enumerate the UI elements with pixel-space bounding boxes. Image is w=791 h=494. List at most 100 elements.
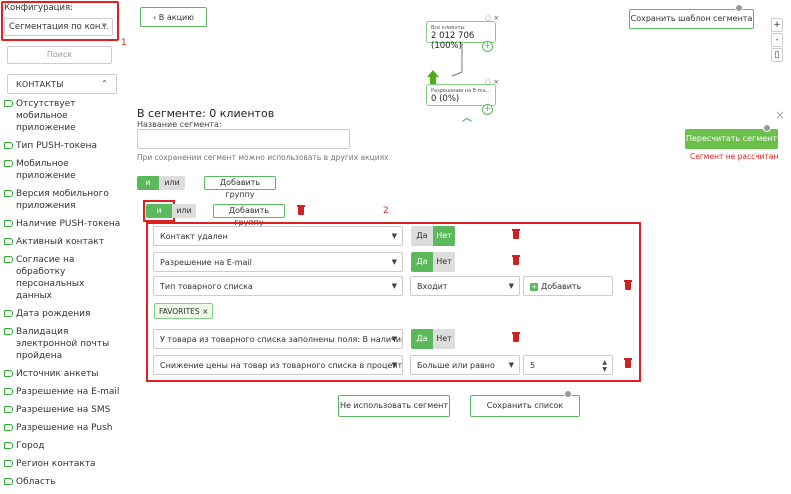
sidebar-item[interactable]: Наличие PUSH-токена [4, 218, 122, 230]
do-not-use-segment-button[interactable]: Не использовать сегмент [338, 395, 450, 417]
contacts-section-title: КОНТАКТЫ [16, 80, 64, 89]
sidebar-item[interactable]: Мобильное приложение [4, 158, 122, 182]
flow-node-email-permission[interactable]: Разрешение на E-ma... 0 (0%) [426, 84, 496, 106]
sidebar-item[interactable]: Активный контакт [4, 236, 122, 248]
yes-no-toggle[interactable]: Да Нет [411, 226, 455, 246]
chevron-down-icon: ▼ [508, 361, 514, 369]
operator-select[interactable]: Больше или равно ▼ [410, 355, 520, 375]
node-count: 0 (0%) [431, 94, 460, 104]
config-value: Сегментация по кон... [9, 22, 109, 32]
no-option[interactable]: Нет [433, 329, 455, 349]
sidebar-item[interactable]: Отсутствует мобильное приложение [4, 98, 122, 134]
tag-icon [4, 310, 13, 317]
tag-icon [4, 256, 13, 263]
outer-and-or-toggle[interactable]: и или [137, 176, 185, 190]
chevron-down-icon: ▼ [101, 22, 107, 30]
chevron-down-icon: ▼ [508, 282, 514, 290]
add-value-button[interactable]: + Добавить [523, 276, 613, 296]
stepper-icon[interactable]: ▲ ▼ [602, 359, 607, 373]
tag-icon [4, 406, 13, 413]
sidebar-item[interactable]: Дата рождения [4, 308, 122, 320]
sidebar-item[interactable]: Версия мобильного приложения [4, 188, 122, 212]
marker-1: 1 [121, 38, 127, 48]
contacts-section-toggle[interactable]: КОНТАКТЫ ⌃ [7, 74, 117, 94]
sidebar-item[interactable]: Город [4, 440, 122, 452]
close-icon[interactable]: ◌ × [485, 78, 499, 86]
trash-icon[interactable] [624, 280, 632, 290]
config-select[interactable]: Сегментация по кон... ▼ [4, 18, 113, 36]
chevron-down-icon: ▼ [391, 232, 397, 240]
trash-icon[interactable] [512, 332, 520, 342]
tag-icon [4, 190, 13, 197]
sidebar: Конфигурация: Сегментация по кон... ▼ 1 … [0, 0, 127, 487]
add-node-icon[interactable]: + [482, 104, 493, 115]
zoom-out-button[interactable]: - [771, 33, 783, 47]
marker-2: 2 [383, 206, 389, 216]
tag-icon [4, 328, 13, 335]
recalculate-button[interactable]: Пересчитать сегмент [685, 129, 778, 149]
sidebar-item[interactable]: Валидация электронной почты пройдена [4, 326, 122, 362]
chevron-down-icon: ▼ [391, 282, 397, 290]
trash-icon[interactable] [512, 255, 520, 265]
yes-no-toggle[interactable]: Да Нет [411, 252, 455, 272]
arrow-up-icon-stem [430, 77, 436, 84]
or-option[interactable]: или [172, 204, 196, 218]
plus-icon: + [530, 282, 538, 291]
save-template-button[interactable]: Сохранить шаблон сегмента [629, 9, 754, 29]
trash-icon[interactable] [297, 205, 305, 215]
tag-icon [4, 388, 13, 395]
close-icon[interactable]: ◌ × [485, 14, 499, 22]
info-icon [564, 390, 572, 398]
yes-option[interactable]: Да [411, 252, 433, 272]
sidebar-item[interactable]: Согласие на обработку персональных данны… [4, 254, 122, 302]
value-number-input[interactable]: 5 ▲ ▼ [523, 355, 613, 375]
sidebar-item[interactable]: Регион контакта [4, 458, 122, 470]
sidebar-item[interactable]: Тип PUSH-токена [4, 140, 122, 152]
rule-field-select[interactable]: Тип товарного списка ▼ [153, 276, 403, 296]
or-option[interactable]: или [159, 176, 185, 190]
trash-icon[interactable] [624, 358, 632, 368]
search-input[interactable]: Поиск [7, 46, 112, 64]
yes-option[interactable]: Да [411, 226, 433, 246]
rule-field-select[interactable]: Разрешение на E-mail ▼ [153, 252, 403, 272]
tag-icon [4, 142, 13, 149]
and-option[interactable]: и [146, 204, 172, 218]
segment-name-input[interactable] [137, 129, 350, 149]
rule-field-select[interactable]: У товара из товарного списка заполнены п… [153, 329, 403, 349]
fit-button[interactable]: ▯ [771, 48, 783, 62]
attribute-list: Отсутствует мобильное приложение Тип PUS… [4, 98, 122, 494]
save-list-button[interactable]: Сохранить список [470, 395, 580, 417]
sidebar-item[interactable]: Разрешение на E-mail [4, 386, 122, 398]
segment-hint: При сохранении сегмент можно использоват… [137, 153, 389, 162]
and-option[interactable]: и [137, 176, 159, 190]
chevron-down-icon: ▼ [391, 361, 397, 369]
add-node-icon[interactable]: + [482, 41, 493, 52]
info-icon [763, 124, 771, 132]
add-group-button[interactable]: Добавить группу [213, 204, 285, 227]
arrow-up-icon [427, 70, 439, 77]
value-tag[interactable]: FAVORITES × [154, 303, 214, 319]
no-option[interactable]: Нет [433, 252, 455, 272]
flow-node-all-clients[interactable]: Все клиенты 2 012 706 (100%) [426, 21, 496, 51]
operator-select[interactable]: Входит ▼ [410, 276, 520, 296]
zoom-in-button[interactable]: + [771, 18, 783, 32]
chevron-down-icon: ▼ [391, 335, 397, 343]
chevron-up-icon: ⌃ [101, 79, 108, 88]
sidebar-item[interactable]: Область [4, 476, 122, 488]
yes-option[interactable]: Да [411, 329, 433, 349]
segment-name-label: Название сегмента: [137, 121, 222, 127]
tag-icon [4, 478, 13, 485]
sidebar-item[interactable]: Разрешение на SMS [4, 404, 122, 416]
rule-field-select[interactable]: Снижение цены на товар из товарного спис… [153, 355, 403, 375]
add-group-button[interactable]: Добавить группу [204, 176, 276, 199]
sidebar-item[interactable]: Источник анкеты [4, 368, 122, 380]
collapse-chevron-icon[interactable]: ︿ [462, 109, 472, 124]
yes-no-toggle[interactable]: Да Нет [411, 329, 455, 349]
trash-icon[interactable] [512, 229, 520, 239]
close-panel-icon[interactable]: × [775, 108, 785, 122]
no-option[interactable]: Нет [433, 226, 455, 246]
sidebar-item[interactable]: Разрешение на Push [4, 422, 122, 434]
inner-and-or-toggle[interactable]: и или [146, 204, 196, 218]
back-button[interactable]: ‹ В акцию [140, 7, 207, 27]
rule-field-select[interactable]: Контакт удален ▼ [153, 226, 403, 246]
